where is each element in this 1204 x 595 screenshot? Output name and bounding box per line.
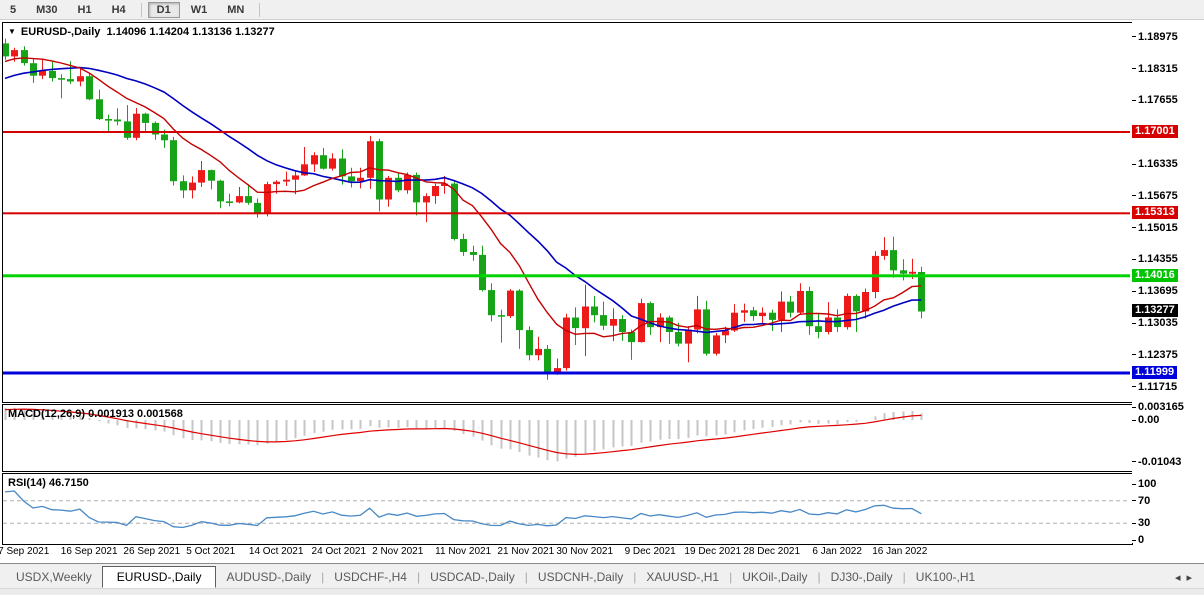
toolbar-separator [259,3,260,17]
axis-tick-mark [1132,227,1136,228]
date-tick-label: 7 Sep 2021 [0,546,49,557]
chart-tab-usdcad-daily[interactable]: USDCAD-,Daily [420,567,525,587]
axis-tick-mark [1132,461,1136,462]
date-axis[interactable]: 7 Sep 2021 16 Sep 2021 26 Sep 2021 5 Oct 20… [2,546,1131,560]
date-tick-label: 16 Sep 2021 [61,546,118,557]
timeframe-button-mn[interactable]: MN [218,2,253,18]
toolbar-separator [141,3,142,17]
level-price-label: 1.11999 [1132,366,1177,379]
timeframe-button-h4[interactable]: H4 [103,2,135,18]
date-tick-label: 16 Jan 2022 [872,546,927,557]
price-tick-label: 1.15015 [1132,221,1178,235]
rsi-axis-label: 30 [1132,516,1150,530]
rsi-axis-label: 100 [1132,477,1156,491]
chart-tab-usdcnh-daily[interactable]: USDCNH-,Daily [528,567,633,587]
chart-tab-usdx-weekly[interactable]: USDX,Weekly [6,567,102,587]
date-tick-label: 6 Jan 2022 [812,546,862,557]
chart-ohlc-values: 1.14096 1.14204 1.13136 1.13277 [107,26,275,38]
macd-label: MACD(12,26,9) 0.001913 0.001568 [8,408,183,420]
timeframe-button-h1[interactable]: H1 [69,2,101,18]
chart-title: ▼ EURUSD-,Daily 1.14096 1.14204 1.13136 1… [8,26,275,38]
axis-tick-mark [1132,420,1136,421]
rsi-indicator-panel[interactable]: RSI(14) 46.7150 [2,473,1133,545]
macd-axis-label: -0.01043 [1132,455,1181,469]
rsi-axis-label: 0 [1132,533,1144,547]
collapse-triangle-icon[interactable]: ▼ [8,27,16,36]
price-tick-label: 1.16335 [1132,157,1178,171]
axis-tick-mark [1132,100,1136,101]
axis-tick-mark [1132,36,1136,37]
axis-tick-mark [1132,195,1136,196]
timeframe-button-5[interactable]: 5 [1,2,25,18]
macd-axis-label: 0.00 [1132,413,1159,427]
rsi-axis-label: 70 [1132,494,1150,508]
chart-tab-dj30-daily[interactable]: DJ30-,Daily [821,567,903,587]
price-tick-label: 1.14355 [1132,252,1178,266]
chart-tab-bar: USDX,WeeklyEURUSD-,DailyAUDUSD-,Daily|US… [0,563,1204,595]
level-price-label: 1.14016 [1132,269,1178,282]
price-tick-label: 1.12375 [1132,348,1178,362]
tab-scroll-right-icon[interactable]: ▸ [1186,572,1198,584]
price-axis[interactable]: 1.18975 1.18315 1.17655 1.16335 1.15675 1.150… [1132,22,1204,543]
date-tick-label: 11 Nov 2021 [435,546,491,557]
rsi-chart [3,474,1130,542]
axis-tick-mark [1132,500,1136,501]
level-price-label: 1.15313 [1132,206,1178,219]
chart-symbol-label: EURUSD-,Daily [21,26,100,38]
price-tick-label: 1.13035 [1132,316,1178,330]
timeframe-button-d1[interactable]: D1 [148,2,180,18]
rsi-label: RSI(14) 46.7150 [8,477,89,489]
current-price-label: 1.13277 [1132,304,1178,317]
axis-tick-mark [1132,540,1136,541]
date-tick-label: 2 Nov 2021 [372,546,423,557]
date-tick-label: 14 Oct 2021 [249,546,303,557]
tabbar-bottom-strip [0,588,1204,595]
chart-tab-usdchf-h4[interactable]: USDCHF-,H4 [324,567,417,587]
date-tick-label: 28 Dec 2021 [743,546,800,557]
timeframe-toolbar: 5M30H1H4 D1W1MN [0,0,1204,20]
axis-tick-mark [1132,354,1136,355]
axis-tick-mark [1132,259,1136,260]
axis-tick-mark [1132,68,1136,69]
axis-tick-mark [1132,291,1136,292]
date-tick-label: 26 Sep 2021 [123,546,180,557]
axis-tick-mark [1132,323,1136,324]
mt4-chart-window: 5M30H1H4 D1W1MN ▼ EURUSD-,Daily 1.14096 1.… [0,0,1204,595]
price-tick-label: 1.17655 [1132,93,1178,107]
price-tick-label: 1.18315 [1132,62,1178,76]
date-tick-label: 24 Oct 2021 [312,546,366,557]
axis-tick-mark [1132,484,1136,485]
tab-scroll-left-icon[interactable]: ◂ [1175,572,1187,584]
level-price-label: 1.17001 [1132,125,1178,138]
chart-tab-xauusd-h1[interactable]: XAUUSD-,H1 [636,567,729,587]
date-tick-label: 30 Nov 2021 [556,546,613,557]
axis-tick-mark [1132,386,1136,387]
tab-scroll-arrows: ◂▸ [1175,571,1198,584]
price-tick-label: 1.15675 [1132,189,1178,203]
price-tick-label: 1.11715 [1132,380,1177,394]
price-tick-label: 1.13695 [1132,284,1178,298]
date-tick-label: 9 Dec 2021 [625,546,676,557]
price-tick-label: 1.18975 [1132,30,1178,44]
axis-tick-mark [1132,164,1136,165]
candlestick-chart [3,23,1130,400]
date-tick-label: 19 Dec 2021 [684,546,741,557]
axis-tick-mark [1132,407,1136,408]
date-tick-label: 5 Oct 2021 [186,546,235,557]
timeframe-button-m30[interactable]: M30 [27,2,66,18]
chart-tab-eurusd-daily[interactable]: EURUSD-,Daily [102,566,217,588]
chart-tab-ukoil-daily[interactable]: UKOil-,Daily [732,567,817,587]
chart-tab-uk100-h1[interactable]: UK100-,H1 [906,567,985,587]
timeframe-button-w1[interactable]: W1 [182,2,217,18]
price-chart-panel[interactable]: ▼ EURUSD-,Daily 1.14096 1.14204 1.13136 1… [2,22,1133,403]
macd-indicator-panel[interactable]: MACD(12,26,9) 0.001913 0.001568 [2,404,1133,472]
date-tick-label: 21 Nov 2021 [497,546,554,557]
axis-tick-mark [1132,523,1136,524]
chart-tab-audusd-daily[interactable]: AUDUSD-,Daily [216,567,321,587]
